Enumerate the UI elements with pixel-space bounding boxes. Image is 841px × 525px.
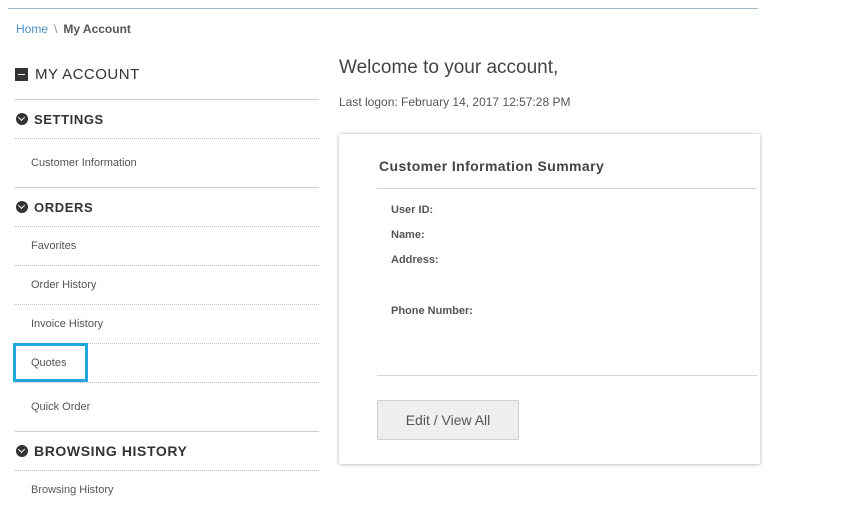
chevron-down-icon [16,201,28,213]
chevron-down-icon [16,113,28,125]
section-orders[interactable]: ORDERS [15,188,319,226]
address-label: Address: [391,254,439,266]
divider [377,375,757,376]
account-sidebar: MY ACCOUNT SETTINGS Customer Information… [15,60,319,509]
user-id-label: User ID: [391,204,434,216]
section-browsing-history-label: BROWSING HISTORY [34,443,188,459]
sidebar-item-order-history[interactable]: Order History [15,266,319,304]
name-label: Name: [391,229,425,241]
breadcrumb-home-link[interactable]: Home [16,22,48,36]
breadcrumb-separator: \ [54,22,58,36]
breadcrumb-current: My Account [63,22,131,36]
sidebar-item-quick-order[interactable]: Quick Order [15,383,319,431]
section-orders-label: ORDERS [34,199,94,215]
section-settings-label: SETTINGS [34,111,104,127]
phone-number-label: Phone Number: [391,305,473,317]
divider [377,188,757,189]
chevron-down-icon [16,445,28,457]
card-title: Customer Information Summary [379,158,605,174]
sidebar-item-customer-information[interactable]: Customer Information [15,139,319,187]
sidebar-item-browsing-history[interactable]: Browsing History [15,471,319,509]
customer-summary-card: Customer Information Summary User ID: Na… [339,134,760,464]
sidebar-item-favorites[interactable]: Favorites [15,227,319,265]
page-title: Welcome to your account, [339,57,559,78]
sidebar-title: MY ACCOUNT [15,60,319,88]
section-settings[interactable]: SETTINGS [15,100,319,138]
breadcrumb: Home \ My Account [16,22,131,36]
sidebar-item-quotes[interactable]: Quotes [15,344,319,382]
last-logon-text: Last logon: February 14, 2017 12:57:28 P… [339,95,571,109]
section-browsing-history[interactable]: BROWSING HISTORY [15,432,319,470]
edit-view-all-button[interactable]: Edit / View All [377,400,519,440]
top-border-line [8,8,758,9]
collapse-icon[interactable] [15,67,28,81]
sidebar-title-label: MY ACCOUNT [35,65,140,83]
sidebar-item-invoice-history[interactable]: Invoice History [15,305,319,343]
